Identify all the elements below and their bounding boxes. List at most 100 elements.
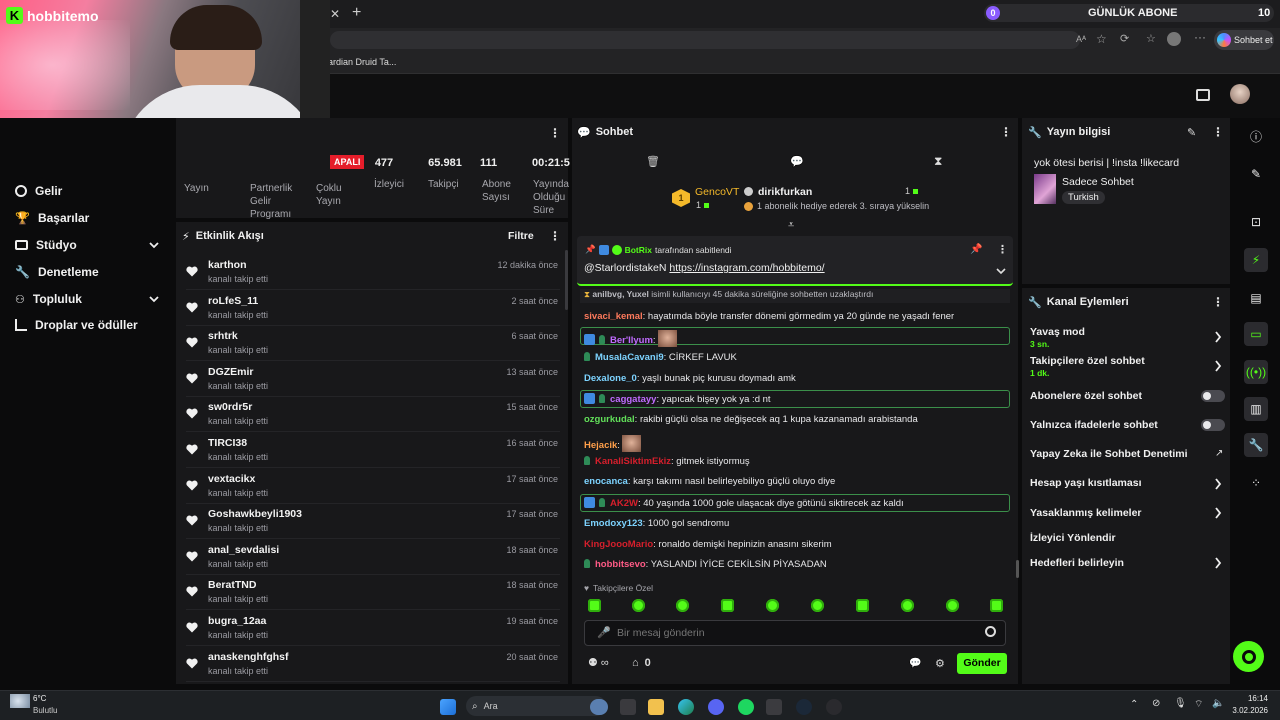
weather-temp[interactable]: 6°C: [33, 694, 46, 703]
activity-row[interactable]: anal_sevdalisi kanalı takip etti 18 saat ö…: [186, 540, 560, 575]
sidebar-item-basarilar[interactable]: 🏆 Başarılar: [15, 211, 165, 225]
goals-row[interactable]: Hedefleri belirleyin: [1030, 557, 1226, 569]
chat-username[interactable]: KanaliSiktimEkiz: [595, 456, 671, 467]
close-tab-icon[interactable]: ✕: [330, 7, 340, 21]
activity-row[interactable]: DGZEmir kanalı takip etti 13 saat önce: [186, 362, 560, 397]
chat-input-box[interactable]: 🎤: [584, 620, 1006, 646]
user-avatar[interactable]: [1230, 84, 1250, 104]
microphone-icon[interactable]: 🎙: [1174, 698, 1187, 709]
info-icon[interactable]: ⓘ: [1244, 124, 1268, 148]
follower-name[interactable]: TIRCI38: [208, 437, 247, 449]
pinned-link[interactable]: https://instagram.com/hobbitemo/: [669, 262, 824, 274]
taskbar-search[interactable]: ⌕ Ara: [466, 696, 606, 716]
read-aloud-icon[interactable]: Aᴬ: [1076, 34, 1086, 44]
chat-menu-icon[interactable]: ⋮: [1000, 125, 1012, 139]
filter-button[interactable]: Filtre: [508, 230, 534, 242]
kick-emote[interactable]: [632, 599, 645, 612]
edge-browser-icon[interactable]: [678, 699, 694, 715]
chat-username[interactable]: sivaci_kemal: [584, 311, 643, 322]
chevron-right-icon[interactable]: [1214, 478, 1222, 490]
camera-icon[interactable]: ⊡: [1244, 210, 1268, 234]
channel-actions-menu-icon[interactable]: ⋮: [1212, 295, 1224, 309]
document-icon[interactable]: ▤: [1244, 286, 1268, 310]
follower-name[interactable]: anal_sevdalisi: [208, 544, 279, 556]
chevron-up-icon[interactable]: ⌃: [1130, 699, 1138, 710]
followers-chat-row[interactable]: Takipçilere özel sohbet 1 dk.: [1030, 355, 1226, 378]
raid-row[interactable]: İzleyici Yönlendir: [1030, 532, 1226, 544]
chevron-right-icon[interactable]: [1214, 557, 1222, 569]
sidebar-item-denetleme[interactable]: 🔧 Denetleme: [15, 265, 165, 279]
collections-icon[interactable]: ☆: [1146, 32, 1156, 45]
activity-scrollbar[interactable]: [565, 250, 568, 310]
unpin-icon[interactable]: 📌: [970, 244, 982, 255]
follower-name[interactable]: bugra_12aa: [208, 615, 266, 627]
subs-chat-toggle[interactable]: [1201, 390, 1225, 402]
kick-emote[interactable]: [766, 599, 779, 612]
wifi-icon[interactable]: ⌔: [1194, 698, 1203, 711]
chat-username[interactable]: ozgurkudal: [584, 414, 635, 425]
refresh-icon[interactable]: ⟳: [1120, 32, 1129, 45]
chevron-down-icon[interactable]: [996, 267, 1006, 275]
kick-emote[interactable]: [811, 599, 824, 612]
chat-username[interactable]: caggatayy: [610, 394, 656, 405]
obs-icon[interactable]: [826, 699, 842, 715]
chat-username[interactable]: Emodoxy123: [584, 518, 643, 529]
timeout-users[interactable]: anilbvg, Yuxel: [592, 289, 649, 299]
support-button[interactable]: [1233, 641, 1264, 672]
file-explorer-icon[interactable]: [648, 699, 664, 715]
age-restriction-row[interactable]: Hesap yaşı kısıtlaması: [1030, 477, 1226, 489]
kick-emote[interactable]: [990, 599, 1003, 612]
leader1-name[interactable]: GencoVT: [695, 186, 739, 198]
sidebar-item-studyo[interactable]: Stüdyo: [15, 238, 165, 252]
more-menu-icon[interactable]: ···: [1194, 30, 1206, 44]
microphone-icon[interactable]: 🎤: [597, 626, 611, 639]
kick-emote[interactable]: [676, 599, 689, 612]
emoji-icon[interactable]: [985, 626, 996, 637]
category-thumbnail[interactable]: [1034, 174, 1056, 204]
chat-username[interactable]: Ber'Ilyum: [610, 335, 653, 346]
chat-scrollbar[interactable]: [1016, 560, 1019, 578]
copilot-chat-button[interactable]: Sohbet et: [1214, 30, 1274, 50]
activity-row[interactable]: sw0rdr5r kanalı takip etti 15 saat önce: [186, 397, 560, 433]
activity-row[interactable]: srhtrk kanalı takip etti 6 saat önce: [186, 326, 560, 362]
sidebar-item-droplar[interactable]: Droplar ve ödüller: [15, 318, 165, 332]
gear-icon[interactable]: ⚙: [935, 657, 945, 670]
pinned-by-user[interactable]: BotRix: [625, 245, 652, 255]
chat-username[interactable]: enocanca: [584, 476, 628, 487]
chat-username[interactable]: Dexalone_0: [584, 373, 637, 384]
speaker-icon[interactable]: 🔈: [1212, 698, 1224, 709]
slow-mode-row[interactable]: Yavaş mod 3 sn.: [1030, 326, 1226, 349]
pinned-menu-icon[interactable]: ⋮: [997, 243, 1008, 256]
face-emote[interactable]: [657, 330, 677, 347]
chevron-right-icon[interactable]: [1214, 360, 1222, 372]
activity-row[interactable]: TIRCI38 kanalı takip etti 16 saat önce: [186, 433, 560, 468]
activity-menu-icon[interactable]: ⋮: [549, 229, 561, 243]
chat-bubble-icon[interactable]: 💬: [909, 658, 921, 669]
profile-avatar-icon[interactable]: [1167, 32, 1181, 46]
activity-row[interactable]: Goshawkbeyli1903 kanalı takip etti 17 saat…: [186, 504, 560, 540]
activity-row[interactable]: vextacikx kanalı takip etti 17 saat önce: [186, 469, 560, 504]
kick-emote[interactable]: [946, 599, 959, 612]
lightning-icon[interactable]: ⚡: [1244, 248, 1268, 272]
kick-emote[interactable]: [901, 599, 914, 612]
stream-info-menu-icon[interactable]: ⋮: [1212, 125, 1224, 139]
chat-username[interactable]: AK2W: [610, 498, 638, 509]
bookmark-item[interactable]: ardian Druid Ta...: [328, 57, 396, 67]
face-emote[interactable]: [621, 435, 641, 452]
discord-icon[interactable]: [708, 699, 724, 715]
follower-name[interactable]: Goshawkbeyli1903: [208, 508, 302, 520]
url-field[interactable]: [330, 31, 1080, 49]
activity-row[interactable]: BeratTND kanalı takip etti 18 saat önce: [186, 575, 560, 611]
leader2-name[interactable]: dirikfurkan: [758, 186, 812, 198]
send-button[interactable]: Gönder: [957, 653, 1007, 674]
activity-row[interactable]: karthon kanalı takip etti 12 dakika önce: [186, 255, 560, 290]
chevron-right-icon[interactable]: [1214, 331, 1222, 343]
kick-emote[interactable]: [721, 599, 734, 612]
kick-emote[interactable]: [856, 599, 869, 612]
sidebar-item-gelir[interactable]: Gelir: [15, 184, 165, 198]
emote-chat-toggle[interactable]: [1201, 419, 1225, 431]
trash-icon[interactable]: 🗑: [646, 155, 660, 168]
language-tag[interactable]: Turkish: [1062, 191, 1105, 204]
chat-input[interactable]: [617, 625, 977, 641]
spotify-icon[interactable]: [738, 699, 754, 715]
